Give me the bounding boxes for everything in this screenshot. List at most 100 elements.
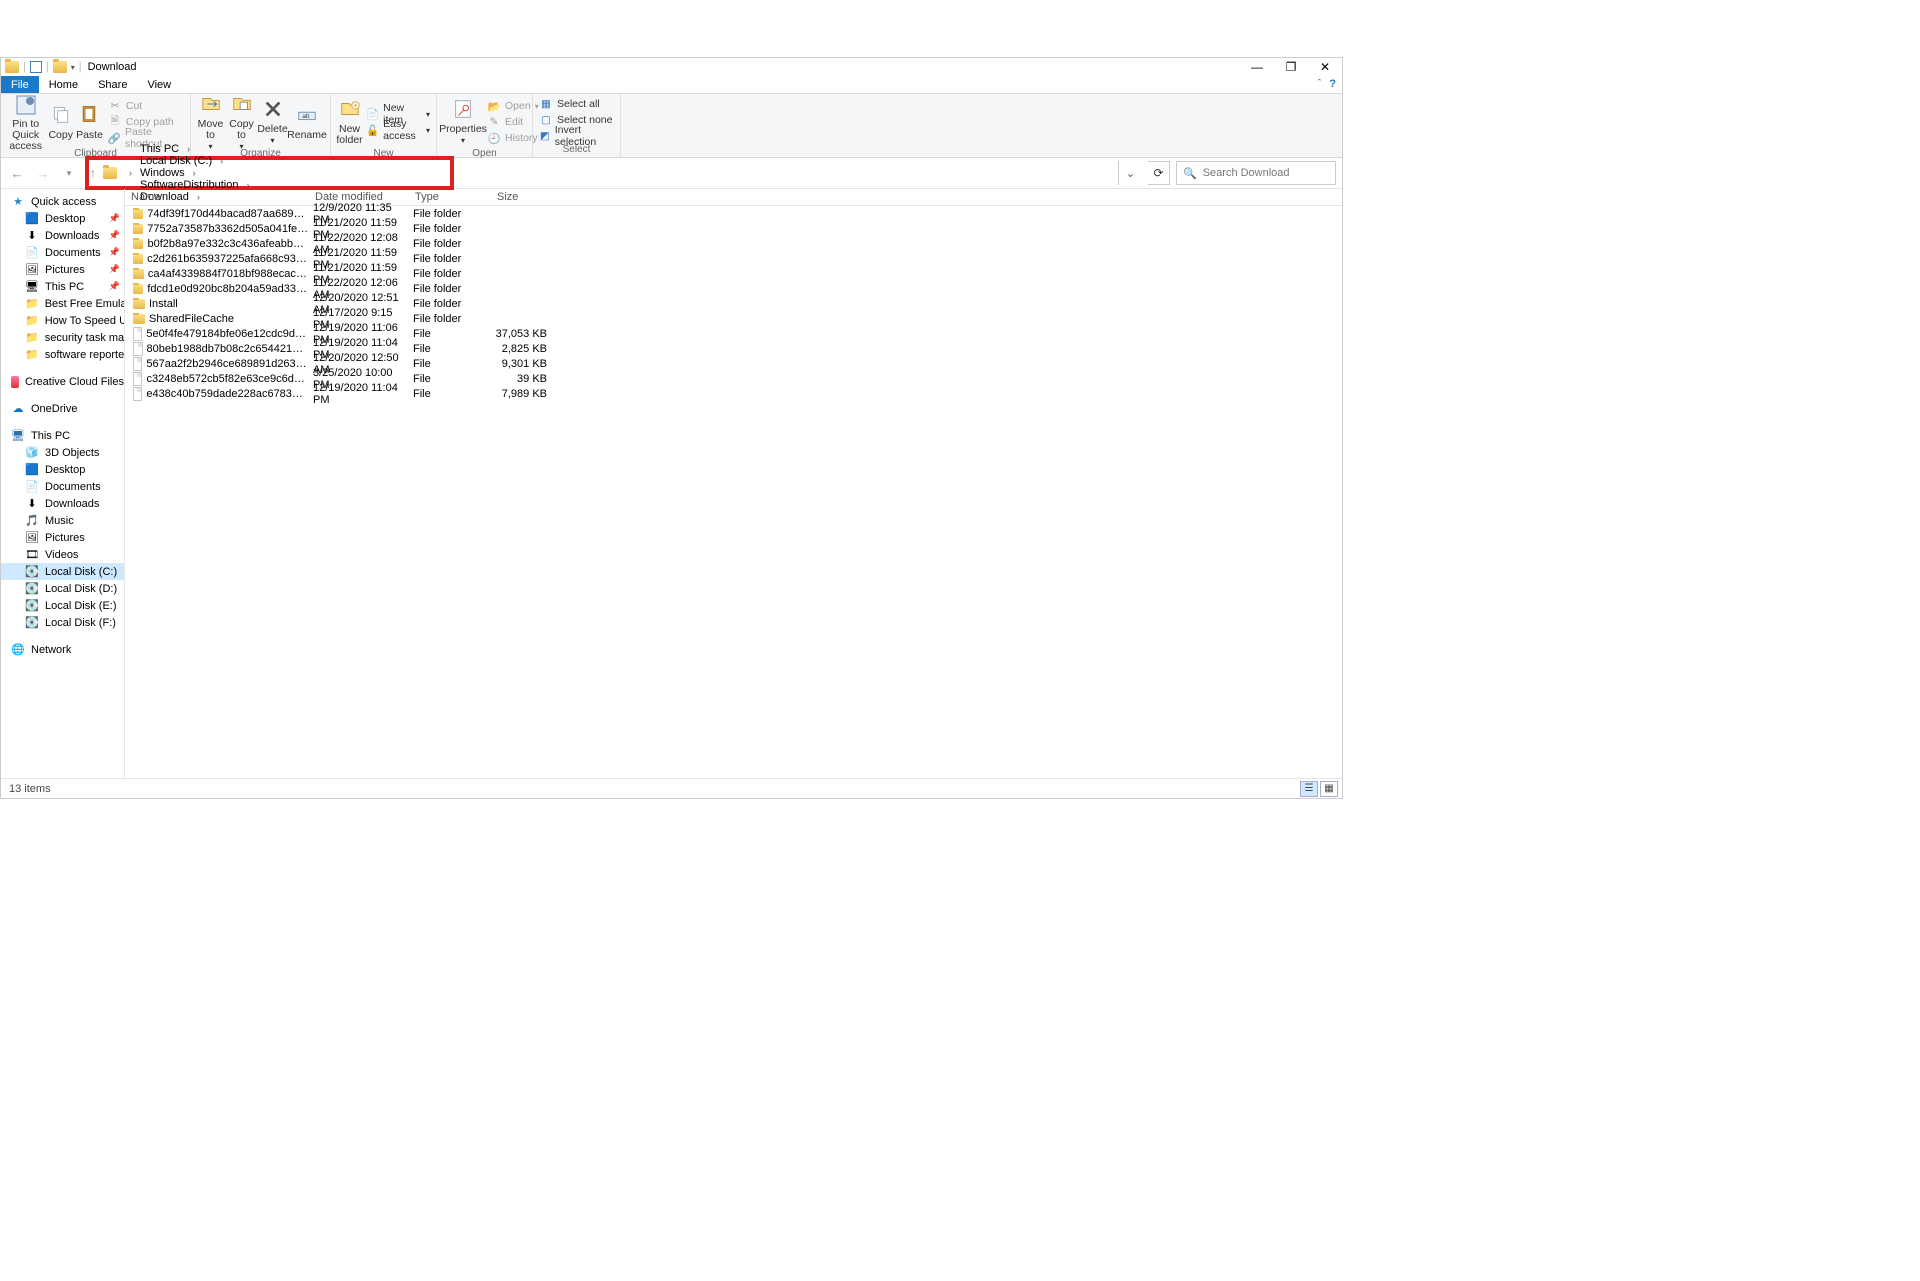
col-size[interactable]: Size (491, 189, 551, 205)
sidebar-item[interactable]: 🎞Videos (1, 546, 124, 563)
sidebar-item[interactable]: 💽Local Disk (E:) (1, 597, 124, 614)
sidebar-item[interactable]: 🖼Pictures (1, 529, 124, 546)
navigation-pane: ★Quick access 🟦Desktop📌⬇Downloads📌📄Docum… (1, 189, 125, 778)
menu-share[interactable]: Share (88, 76, 137, 93)
cut-button[interactable]: ✂Cut (106, 98, 186, 114)
sidebar-item[interactable]: 💽Local Disk (C:) (1, 563, 124, 580)
search-icon: 🔍 (1183, 167, 1197, 180)
address-dropdown[interactable]: ⌄ (1118, 161, 1142, 185)
titlebar: | | ▾ | Download — ❐ ✕ (1, 58, 1342, 76)
file-row[interactable]: Install12/20/2020 12:51 AMFile folder (125, 296, 1342, 311)
delete-button[interactable]: Delete▾ (257, 96, 288, 148)
file-row[interactable]: 80beb1988db7b08c2c6544218dff9657b51...12… (125, 341, 1342, 356)
file-row[interactable]: 567aa2f2b2946ce689891d263fefaa9123ab...1… (125, 356, 1342, 371)
ribbon-min-icon[interactable]: ˆ (1318, 78, 1322, 90)
rename-button[interactable]: abRename (288, 96, 326, 148)
crumb-arrow[interactable]: › (121, 168, 136, 178)
sidebar-item[interactable]: 📁Best Free Emulator (1, 295, 124, 312)
sidebar-item[interactable]: 🧊3D Objects (1, 444, 124, 461)
sidebar-item[interactable]: 📁software reporter to (1, 346, 124, 363)
copy-button[interactable]: Copy (46, 96, 75, 148)
pin-quick-access-button[interactable]: Pin to Quick access (5, 96, 46, 148)
window-title: Download (82, 61, 137, 73)
status-bar: 13 items ☰ ▦ (1, 778, 1342, 798)
label: Pin to Quick access (5, 119, 46, 152)
invert-selection-button[interactable]: ◩Invert selection (537, 128, 616, 144)
label: Paste (76, 130, 103, 141)
sidebar-item[interactable]: 🖼Pictures📌 (1, 261, 124, 278)
file-row[interactable]: 74df39f170d44bacad87aa689784421412/9/202… (125, 206, 1342, 221)
menu-home[interactable]: Home (39, 76, 88, 93)
maximize-button[interactable]: ❐ (1274, 58, 1308, 76)
paste-button[interactable]: Paste (75, 96, 104, 148)
select-all-button[interactable]: ▦Select all (537, 96, 616, 112)
column-headers[interactable]: Name Date modified Type Size (125, 189, 1342, 206)
file-row[interactable]: c3248eb572cb5f82e63ce9c6d73cfbf39b10...3… (125, 371, 1342, 386)
breadcrumb[interactable]: Local Disk (C:)› (136, 155, 253, 167)
file-row[interactable]: 5e0f4fe479184bfe06e12cdc9d58561fe4895...… (125, 326, 1342, 341)
sidebar-item[interactable]: 🟦Desktop📌 (1, 210, 124, 227)
search-input[interactable]: 🔍 Search Download (1176, 161, 1336, 185)
sidebar-item[interactable]: ⬇Downloads📌 (1, 227, 124, 244)
file-row[interactable]: b0f2b8a97e332c3c436afeabbb4716f011/22/20… (125, 236, 1342, 251)
move-to-button[interactable]: Move to▾ (195, 96, 226, 148)
new-folder-button[interactable]: New folder (335, 96, 364, 148)
item-count: 13 items (9, 783, 51, 795)
properties-button[interactable]: Properties▾ (441, 96, 485, 148)
qat: | | ▾ | (1, 61, 82, 73)
file-row[interactable]: e438c40b759dade228ac6783575d50421dd...12… (125, 386, 1342, 401)
sidebar-item[interactable]: 🎵Music (1, 512, 124, 529)
menu-view[interactable]: View (137, 76, 181, 93)
navigation-bar: ← → ▾ ↑ › This PC›Local Disk (C:)›Window… (1, 158, 1342, 188)
dropdown-icon[interactable]: ▾ (71, 63, 75, 72)
sidebar-item[interactable]: 💽Local Disk (F:) (1, 614, 124, 631)
col-name[interactable]: Name (125, 189, 309, 205)
file-row[interactable]: ca4af4339884f7018bf988ecac7702ff11/21/20… (125, 266, 1342, 281)
minimize-button[interactable]: — (1240, 58, 1274, 76)
close-button[interactable]: ✕ (1308, 58, 1342, 76)
forward-button[interactable]: → (33, 163, 53, 183)
file-row[interactable]: fdcd1e0d920bc8b204a59ad33c88c8f711/22/20… (125, 281, 1342, 296)
content-pane: Name Date modified Type Size 74df39f170d… (125, 189, 1342, 778)
sidebar-quick-access[interactable]: ★Quick access (1, 193, 124, 210)
sidebar-item[interactable]: ⬇Downloads (1, 495, 124, 512)
sidebar-item[interactable]: 📄Documents📌 (1, 244, 124, 261)
file-row[interactable]: 7752a73587b3362d505a041fe7f69ecd11/21/20… (125, 221, 1342, 236)
refresh-button[interactable]: ⟳ (1148, 161, 1170, 185)
divider: | (23, 61, 26, 73)
recent-locations-button[interactable]: ▾ (59, 163, 79, 183)
sidebar-item[interactable]: 📄Documents (1, 478, 124, 495)
group-label: Open (441, 148, 528, 160)
folder-icon (53, 61, 67, 73)
folder-icon (5, 61, 19, 73)
group-label: Select (537, 144, 616, 156)
back-button[interactable]: ← (7, 163, 27, 183)
sidebar-item[interactable]: 📁How To Speed Up W (1, 312, 124, 329)
sidebar-creative-cloud[interactable]: Creative Cloud Files (1, 373, 124, 390)
file-row[interactable]: SharedFileCache12/17/2020 9:15 PMFile fo… (125, 311, 1342, 326)
large-icons-view-button[interactable]: ▦ (1320, 781, 1338, 797)
easy-access-button[interactable]: 🔓Easy access▾ (364, 122, 432, 138)
properties-icon[interactable] (30, 61, 42, 73)
sidebar-network[interactable]: 🌐Network (1, 641, 124, 658)
sidebar-item[interactable]: 📁security task manag (1, 329, 124, 346)
address-bar[interactable]: › This PC›Local Disk (C:)›Windows›Softwa… (99, 161, 449, 185)
breadcrumb[interactable]: This PC› (136, 143, 253, 155)
help-icon[interactable]: ? (1329, 78, 1336, 90)
label: Copy (48, 130, 73, 141)
details-view-button[interactable]: ☰ (1300, 781, 1318, 797)
sidebar-item[interactable]: 🖥This PC📌 (1, 278, 124, 295)
file-row[interactable]: c2d261b635937225afa668c93b6c5a1d11/21/20… (125, 251, 1342, 266)
sidebar-item[interactable]: 💽Local Disk (D:) (1, 580, 124, 597)
address-highlight: ↑ › This PC›Local Disk (C:)›Windows›Soft… (85, 156, 454, 190)
divider: | (46, 61, 49, 73)
sidebar-onedrive[interactable]: ☁OneDrive (1, 400, 124, 417)
sidebar-this-pc[interactable]: 🖥This PC (1, 427, 124, 444)
breadcrumb[interactable]: Windows› (136, 167, 253, 179)
svg-text:ab: ab (302, 112, 310, 119)
col-type[interactable]: Type (409, 189, 491, 205)
sidebar-item[interactable]: 🟦Desktop (1, 461, 124, 478)
menu-file[interactable]: File (1, 76, 39, 93)
copy-to-button[interactable]: Copy to▾ (226, 96, 257, 148)
folder-icon (103, 167, 117, 179)
